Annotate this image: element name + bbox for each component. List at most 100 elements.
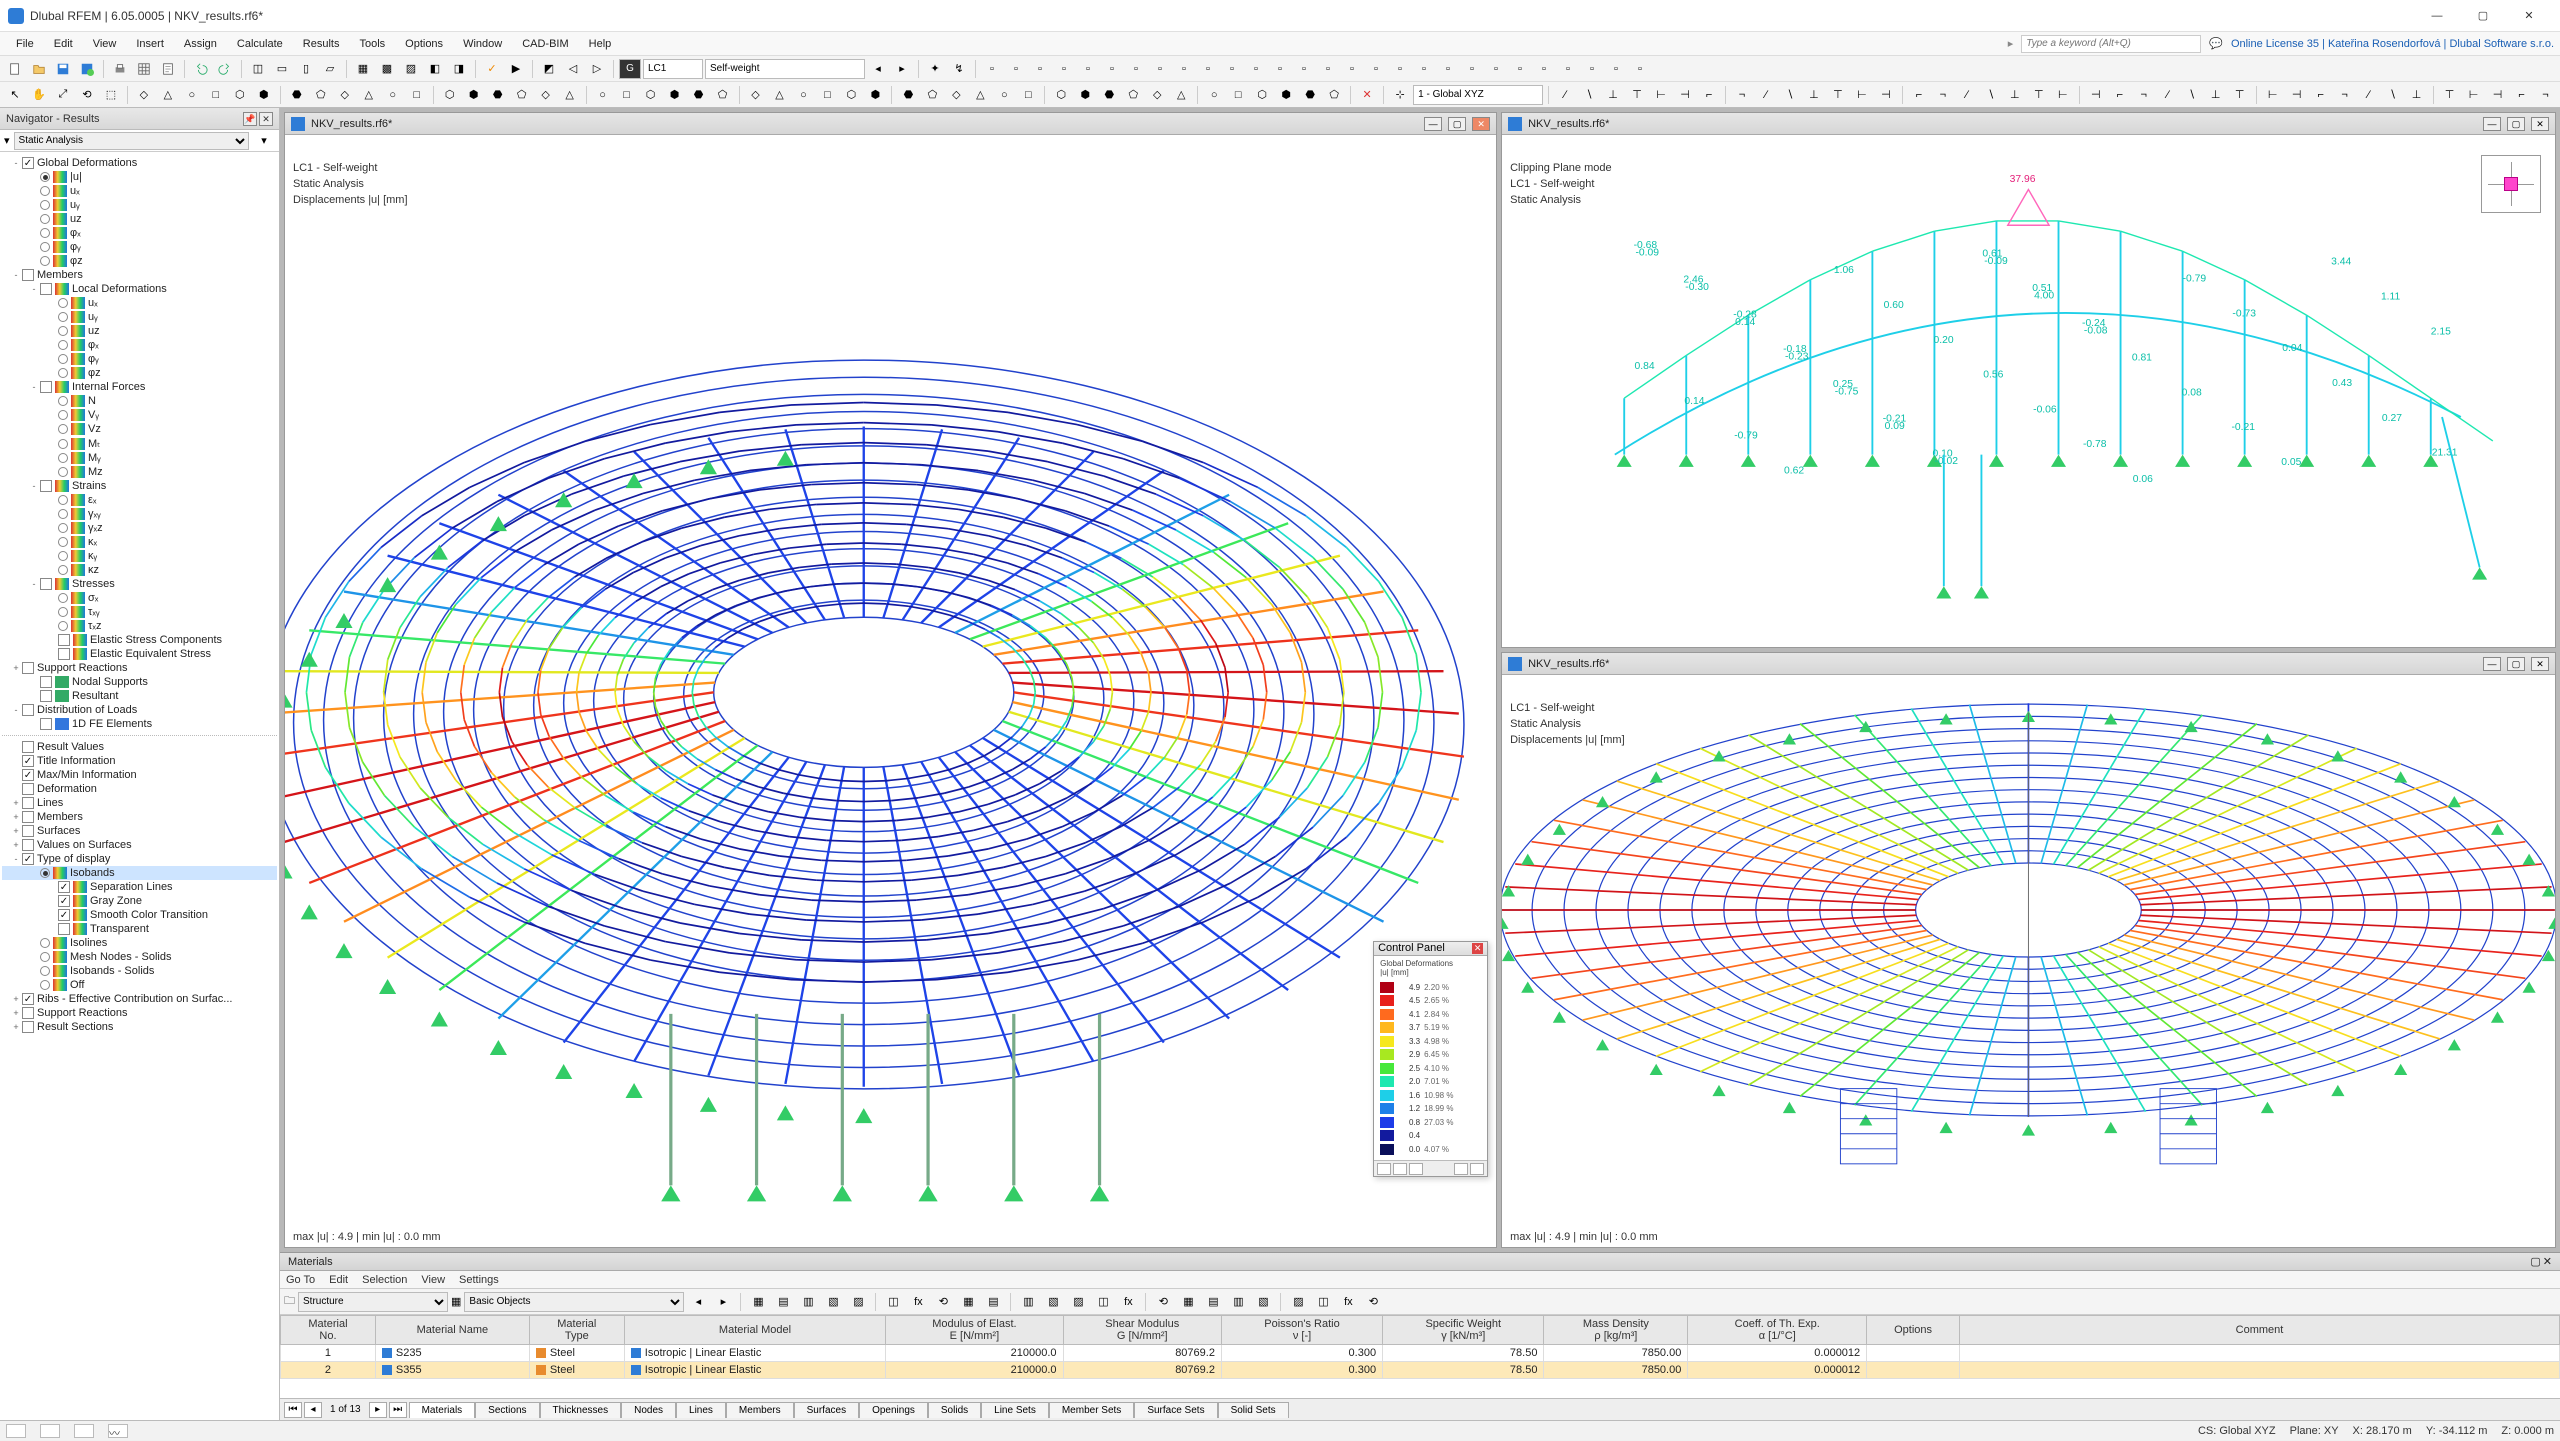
render-trans-icon[interactable]: ◨: [448, 58, 470, 80]
pane-max-icon[interactable]: ▢: [2507, 117, 2525, 131]
menu-options[interactable]: Options: [395, 35, 453, 53]
toolbar1-btn-8[interactable]: ▫: [1173, 58, 1195, 80]
tree-node[interactable]: -Local Deformations: [2, 282, 277, 296]
coord-system-select[interactable]: 1 - Global XYZ: [1413, 85, 1543, 105]
toolbar2-btn-25[interactable]: △: [769, 84, 791, 106]
keyword-search-input[interactable]: [2021, 35, 2201, 53]
toolbar2b-btn-26[interactable]: ⊥: [2205, 84, 2227, 106]
results-toggle-icon[interactable]: ◩: [538, 58, 560, 80]
toolbar1-btn-9[interactable]: ▫: [1197, 58, 1219, 80]
toolbar2-btn-43[interactable]: □: [1227, 84, 1249, 106]
save-icon[interactable]: [52, 58, 74, 80]
tree-node[interactable]: +Members: [2, 810, 277, 824]
toolbar2-btn-14[interactable]: ⬣: [487, 84, 509, 106]
results-prev-icon[interactable]: ◁: [562, 58, 584, 80]
toolbar2-btn-21[interactable]: ⬢: [664, 84, 686, 106]
tree-node[interactable]: +Support Reactions: [2, 1006, 277, 1020]
toolbar1-btn-22[interactable]: ▫: [1509, 58, 1531, 80]
toolbar1-btn-18[interactable]: ▫: [1413, 58, 1435, 80]
toolbar2b-btn-10[interactable]: ⊥: [1803, 84, 1825, 106]
lc-number-select[interactable]: LC1: [643, 59, 703, 79]
toolbar2-btn-36[interactable]: ⬡: [1050, 84, 1072, 106]
tree-node[interactable]: Result Values: [2, 740, 277, 754]
viewport-clip[interactable]: NKV_results.rf6* — ▢ ✕ Clipping Plane mo…: [1501, 112, 2556, 648]
material-row[interactable]: 1S235SteelIsotropic | Linear Elastic2100…: [281, 1345, 2560, 1362]
tree-node[interactable]: Mᴢ: [2, 465, 277, 479]
mat-next-icon[interactable]: ▸: [712, 1291, 734, 1313]
tree-node[interactable]: Separation Lines: [2, 880, 277, 894]
tree-node[interactable]: εₓ: [2, 493, 277, 507]
tree-node[interactable]: φₓ: [2, 226, 277, 240]
pane-max-icon[interactable]: ▢: [2507, 657, 2525, 671]
tree-node[interactable]: Isobands - Solids: [2, 964, 277, 978]
materials-tab[interactable]: Solid Sets: [1218, 1402, 1289, 1418]
toolbar2-btn-44[interactable]: ⬡: [1251, 84, 1273, 106]
livechat-icon[interactable]: 💬: [2209, 37, 2223, 50]
mat-tool-17[interactable]: ▤: [1202, 1291, 1224, 1313]
materials-tab[interactable]: Nodes: [621, 1402, 676, 1418]
render-hidden-icon[interactable]: ◧: [424, 58, 446, 80]
toolbar2b-btn-37[interactable]: ⊣: [2487, 84, 2509, 106]
material-row[interactable]: 2S355SteelIsotropic | Linear Elastic2100…: [281, 1362, 2560, 1379]
materials-tab[interactable]: Lines: [676, 1402, 726, 1418]
toolbar2b-btn-12[interactable]: ⊢: [1851, 84, 1873, 106]
menu-file[interactable]: File: [6, 35, 44, 53]
tree-node[interactable]: -Internal Forces: [2, 380, 277, 394]
toolbar2b-btn-18[interactable]: ⊥: [2004, 84, 2026, 106]
results-next-icon[interactable]: ▷: [586, 58, 608, 80]
status-icon-3[interactable]: [74, 1424, 94, 1438]
cursor-icon[interactable]: ↖: [4, 84, 26, 106]
viewport-top[interactable]: NKV_results.rf6* — ▢ ✕ LC1 - Self-weight…: [1501, 652, 2556, 1248]
mat-tool-14[interactable]: fx: [1117, 1291, 1139, 1313]
cp-foot-btn-5[interactable]: [1470, 1163, 1484, 1175]
navigator-close-icon[interactable]: ✕: [259, 112, 273, 126]
mat-tool-11[interactable]: ▧: [1042, 1291, 1064, 1313]
menu-cadbim[interactable]: CAD-BIM: [512, 35, 578, 53]
toolbar2b-btn-4[interactable]: ⊢: [1650, 84, 1672, 106]
tree-node[interactable]: Vᵧ: [2, 408, 277, 422]
zoom-icon[interactable]: ⤢: [52, 84, 74, 106]
toolbar2-btn-47[interactable]: ⬠: [1323, 84, 1345, 106]
mat-tool-13[interactable]: ◫: [1092, 1291, 1114, 1313]
tree-node[interactable]: Elastic Stress Components: [2, 633, 277, 647]
toolbar2b-btn-9[interactable]: ∖: [1779, 84, 1801, 106]
mat-tool-0[interactable]: ▦: [747, 1291, 769, 1313]
cp-foot-btn-1[interactable]: [1377, 1163, 1391, 1175]
cp-foot-btn-4[interactable]: [1454, 1163, 1468, 1175]
tree-node[interactable]: γₓᵧ: [2, 507, 277, 521]
toolbar2-btn-9[interactable]: △: [358, 84, 380, 106]
tree-node[interactable]: uₓ: [2, 184, 277, 198]
mat-tool-5[interactable]: ◫: [882, 1291, 904, 1313]
toolbar2-btn-24[interactable]: ◇: [745, 84, 767, 106]
toolbar1-btn-2[interactable]: ▫: [1029, 58, 1051, 80]
toolbar2-btn-1[interactable]: △: [157, 84, 179, 106]
calc-icon[interactable]: ▶: [505, 58, 527, 80]
toolbar2b-btn-16[interactable]: ∕: [1956, 84, 1978, 106]
tree-node[interactable]: +Values on Surfaces: [2, 838, 277, 852]
toolbar1-btn-0[interactable]: ▫: [981, 58, 1003, 80]
toolbar1-btn-3[interactable]: ▫: [1053, 58, 1075, 80]
toolbar2b-btn-8[interactable]: ∕: [1755, 84, 1777, 106]
toolbar2-btn-28[interactable]: ⬡: [840, 84, 862, 106]
toolbar1-btn-6[interactable]: ▫: [1125, 58, 1147, 80]
toolbar1-btn-26[interactable]: ▫: [1605, 58, 1627, 80]
toolbar2-btn-22[interactable]: ⬣: [688, 84, 710, 106]
toolbar1-btn-25[interactable]: ▫: [1581, 58, 1603, 80]
toolbar2b-btn-2[interactable]: ⊥: [1602, 84, 1624, 106]
tree-node[interactable]: Transparent: [2, 922, 277, 936]
toolbar2b-btn-17[interactable]: ∖: [1980, 84, 2002, 106]
mat-tool-16[interactable]: ▦: [1177, 1291, 1199, 1313]
tree-node[interactable]: uᴢ: [2, 212, 277, 226]
toolbar2-btn-8[interactable]: ◇: [334, 84, 356, 106]
toolbar2b-btn-19[interactable]: ⊤: [2028, 84, 2050, 106]
cube-iso-icon[interactable]: ◫: [247, 58, 269, 80]
toolbar1-btn-27[interactable]: ▫: [1629, 58, 1651, 80]
toolbar2b-btn-3[interactable]: ⊤: [1626, 84, 1648, 106]
tree-node[interactable]: Elastic Equivalent Stress: [2, 647, 277, 661]
mat-menu-goto[interactable]: Go To: [286, 1274, 315, 1286]
toolbar2-btn-4[interactable]: ⬡: [229, 84, 251, 106]
materials-max-icon[interactable]: ▢: [2530, 1255, 2540, 1268]
toolbar2b-btn-0[interactable]: ∕: [1554, 84, 1576, 106]
materials-tab[interactable]: Line Sets: [981, 1402, 1049, 1418]
pane-close-icon[interactable]: ✕: [2531, 117, 2549, 131]
